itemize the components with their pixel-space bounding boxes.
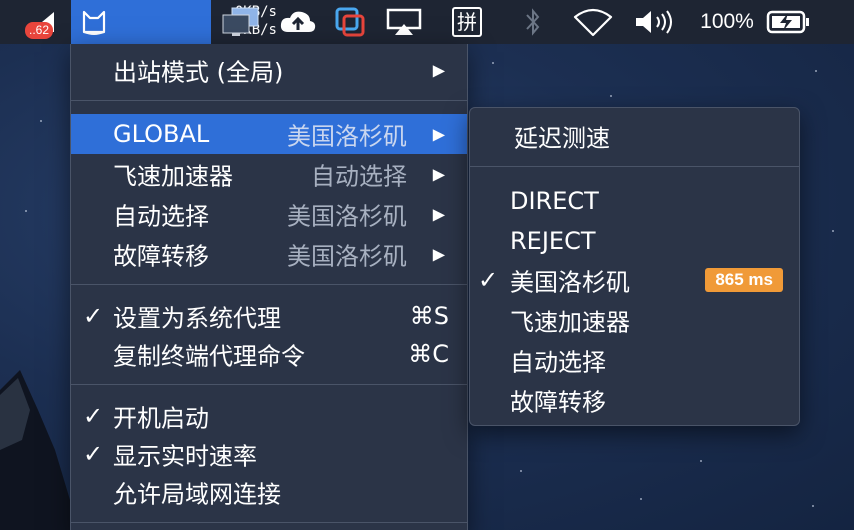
- global-proxy-submenu: 延迟测速 DIRECT REJECT ✓ 美国洛杉矶 865 ms 飞速加速器 …: [469, 107, 800, 426]
- submenu-arrow-icon: ▶: [432, 204, 445, 224]
- menu-item-set-system-proxy[interactable]: ✓ 设置为系统代理 ⌘S: [71, 296, 467, 336]
- proxy-group-selected: 美国洛杉矶: [287, 122, 407, 151]
- cloud-upload-icon: [280, 11, 316, 32]
- menu-bar: ..62 0KB/s 0KB/s: [0, 0, 854, 44]
- mountain-silhouette: [0, 370, 80, 530]
- battery-charging-icon: [766, 10, 809, 34]
- separator: [470, 166, 799, 167]
- checkmark-icon: ✓: [83, 302, 104, 330]
- latency-badge: 865 ms: [705, 268, 783, 292]
- copy-terminal-label: 复制终端代理命令: [113, 342, 305, 371]
- airplay-status[interactable]: [380, 0, 428, 44]
- parallels-status[interactable]: [330, 0, 370, 44]
- proxy-group-selected: 自动选择: [311, 162, 407, 191]
- menu-item-test-latency[interactable]: 延迟测速: [470, 116, 799, 156]
- proxy-option-label: 自动选择: [510, 348, 606, 377]
- proxy-group-name: GLOBAL: [113, 120, 210, 148]
- proxy-group-name: 故障转移: [113, 242, 209, 271]
- proxy-group-failover[interactable]: 故障转移 美国洛杉矶 ▶: [71, 234, 467, 274]
- vm-icon: [335, 7, 365, 37]
- bluetooth-status[interactable]: [515, 0, 551, 44]
- shortcut-label: ⌘S: [409, 302, 449, 330]
- set-system-proxy-label: 设置为系统代理: [113, 304, 281, 333]
- submenu-arrow-icon: ▶: [432, 164, 445, 184]
- bluetooth-icon: [526, 8, 540, 36]
- proxy-group-name: 飞速加速器: [113, 162, 233, 191]
- proxy-group-global[interactable]: GLOBAL 美国洛杉矶 ▶: [71, 114, 467, 154]
- proxy-group-selected: 美国洛杉矶: [287, 242, 407, 271]
- volume-status[interactable]: [630, 0, 680, 44]
- battery-percent: 100%: [692, 0, 762, 44]
- proxy-group-name: 自动选择: [113, 202, 209, 231]
- menu-item-allow-lan[interactable]: 允许局域网连接: [71, 472, 467, 512]
- airplay-icon: [386, 8, 422, 35]
- checkmark-icon: ✓: [478, 266, 499, 294]
- checkmark-icon: ✓: [83, 440, 104, 468]
- proxy-option-failover[interactable]: 故障转移: [470, 380, 799, 420]
- proxy-group-auto-select[interactable]: 自动选择 美国洛杉矶 ▶: [71, 194, 467, 234]
- menu-item-show-speed[interactable]: ✓ 显示实时速率: [71, 434, 467, 474]
- screen-mirror-status[interactable]: [218, 0, 264, 44]
- clashx-dropdown-menu: 出站模式 (全局) ▶ GLOBAL 美国洛杉矶 ▶ 飞速加速器 自动选择 ▶ …: [70, 44, 468, 530]
- separator: [71, 284, 467, 285]
- notification-badge: ..62: [25, 22, 54, 39]
- separator: [71, 522, 467, 523]
- shortcut-label: ⌘C: [408, 340, 449, 368]
- monitor-icon: [222, 7, 259, 36]
- battery-percent-label: 100%: [700, 10, 754, 33]
- cat-icon: [82, 10, 106, 35]
- proxy-option-direct[interactable]: DIRECT: [470, 181, 799, 221]
- cloud-upload-status[interactable]: [274, 0, 322, 44]
- outbound-mode-label: 出站模式 (全局): [113, 58, 284, 87]
- submenu-arrow-icon: ▶: [432, 60, 445, 80]
- proxy-option-label: 飞速加速器: [510, 308, 630, 337]
- proxy-option-speedup[interactable]: 飞速加速器: [470, 300, 799, 340]
- input-method-label: 拼: [452, 7, 482, 37]
- submenu-arrow-icon: ▶: [432, 244, 445, 264]
- proxy-group-selected: 美国洛杉矶: [287, 202, 407, 231]
- test-latency-label: 延迟测速: [514, 124, 610, 153]
- separator: [71, 384, 467, 385]
- proxy-option-label: 美国洛杉矶: [510, 268, 630, 297]
- show-speed-label: 显示实时速率: [113, 442, 257, 471]
- separator: [71, 100, 467, 101]
- menu-item-outbound-mode[interactable]: 出站模式 (全局) ▶: [71, 50, 467, 90]
- allow-lan-label: 允许局域网连接: [113, 480, 281, 509]
- proxy-option-label: 故障转移: [510, 388, 606, 417]
- wifi-status[interactable]: [570, 0, 616, 44]
- clashx-menu-extra[interactable]: 0KB/s 0KB/s: [71, 0, 277, 44]
- checkmark-icon: ✓: [83, 402, 104, 430]
- menu-item-copy-terminal-command[interactable]: 复制终端代理命令 ⌘C: [71, 334, 467, 374]
- proxy-group-speedup[interactable]: 飞速加速器 自动选择 ▶: [71, 154, 467, 194]
- input-method-status[interactable]: 拼: [447, 0, 487, 44]
- proxy-option-label: REJECT: [510, 227, 596, 255]
- status-app-badge[interactable]: ..62: [22, 0, 62, 44]
- wifi-icon: [573, 8, 613, 37]
- submenu-arrow-icon: ▶: [432, 124, 445, 144]
- proxy-option-label: DIRECT: [510, 187, 599, 215]
- battery-status[interactable]: [764, 0, 814, 44]
- proxy-option-los-angeles[interactable]: ✓ 美国洛杉矶 865 ms: [470, 260, 799, 300]
- start-at-login-label: 开机启动: [113, 404, 209, 433]
- proxy-option-auto-select[interactable]: 自动选择: [470, 340, 799, 380]
- proxy-option-reject[interactable]: REJECT: [470, 221, 799, 261]
- volume-icon: [636, 10, 672, 34]
- menu-item-start-at-login[interactable]: ✓ 开机启动: [71, 396, 467, 436]
